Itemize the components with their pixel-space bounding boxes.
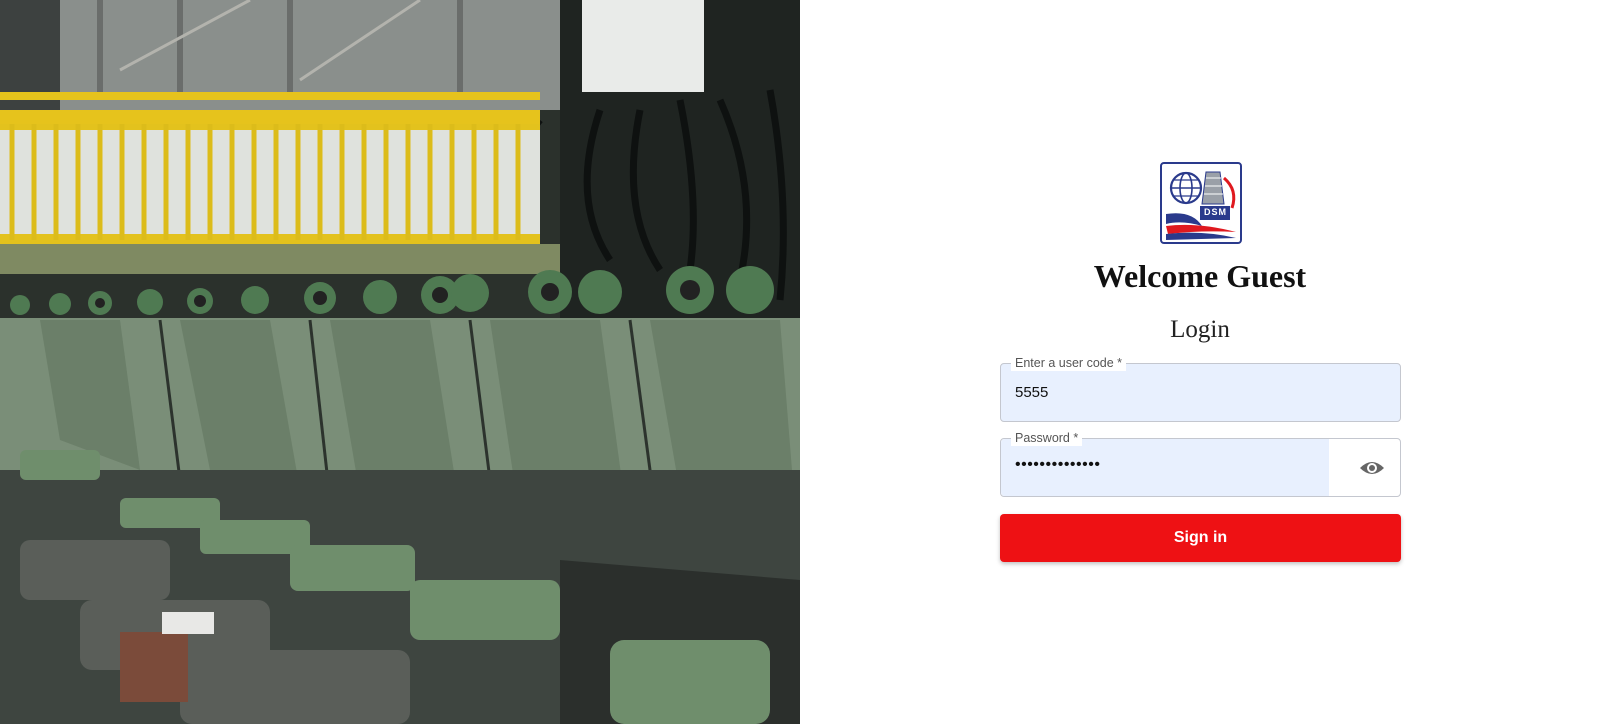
user-code-input[interactable]: 5555	[1015, 384, 1048, 401]
welcome-heading: Welcome Guest	[1093, 258, 1307, 294]
login-title: Login	[1170, 316, 1230, 343]
user-code-label: Enter a user code *	[1011, 355, 1127, 371]
dsm-globe-spool-logo-icon	[1166, 171, 1236, 240]
sign-in-button[interactable]: Sign in	[1000, 514, 1401, 562]
hero-factory-image	[0, 0, 800, 724]
logo-text: DSM	[1204, 207, 1227, 217]
login-page: DSM Welcome Guest Login Enter a user cod…	[0, 0, 1600, 724]
password-input[interactable]: ••••••••••••••	[1015, 456, 1100, 474]
password-field[interactable]: Password * ••••••••••••••	[1000, 430, 1401, 497]
factory-rollers-illustration	[0, 0, 800, 724]
company-logo: DSM	[1160, 162, 1242, 244]
eye-icon[interactable]	[1358, 455, 1386, 481]
login-panel: DSM Welcome Guest Login Enter a user cod…	[800, 0, 1600, 724]
password-label: Password *	[1011, 430, 1083, 446]
user-code-field[interactable]: Enter a user code * 5555	[1000, 355, 1401, 422]
